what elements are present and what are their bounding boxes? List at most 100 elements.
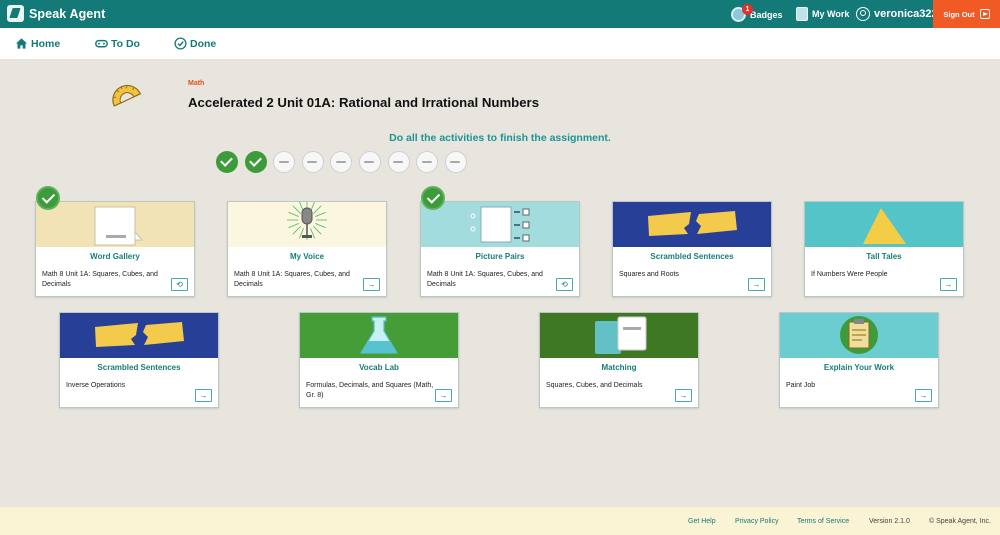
- completed-check-icon: [36, 186, 60, 210]
- nav-done-label: Done: [190, 37, 217, 50]
- start-activity-button[interactable]: →: [940, 278, 957, 291]
- activity-description: Math 8 Unit 1A: Squares, Cubes, and Deci…: [427, 271, 543, 288]
- activity-illustration: [805, 202, 963, 247]
- activity-description: Squares, Cubes, and Decimals: [546, 382, 643, 389]
- activity-card-word-gallery[interactable]: Word Gallery Math 8 Unit 1A: Squares, Cub…: [35, 201, 195, 297]
- activity-description: Inverse Operations: [66, 382, 126, 389]
- home-icon: [15, 38, 28, 49]
- activity-illustration: [300, 313, 458, 358]
- activity-illustration: [228, 202, 386, 247]
- my-work-icon: [796, 7, 808, 21]
- gamepad-icon: [95, 39, 108, 48]
- matching-cards-icon: [595, 316, 647, 354]
- activity-description: Paint Job: [786, 382, 816, 389]
- speak-agent-logo-icon: [7, 5, 24, 22]
- progress-step-incomplete: [444, 151, 467, 173]
- progress-step-complete: [216, 151, 238, 173]
- nav-bar: Home To Do Done: [0, 28, 1000, 59]
- activity-title: Word Gallery: [90, 252, 140, 261]
- start-activity-button[interactable]: →: [915, 389, 932, 402]
- nav-todo[interactable]: To Do: [95, 37, 140, 50]
- progress-tracker: [216, 151, 467, 173]
- activity-description: Math 8 Unit 1A: Squares, Cubes, and Deci…: [234, 271, 350, 288]
- nav-home-label: Home: [31, 37, 61, 50]
- clipboard-icon: [840, 316, 878, 354]
- sign-out-button[interactable]: Sign Out: [933, 0, 1000, 28]
- activity-card-picture-pairs[interactable]: Picture Pairs Math 8 Unit 1A: Squares, Cu…: [420, 201, 580, 297]
- activity-card-scrambled-sentences[interactable]: Scrambled Sentences Squares and Roots →: [612, 201, 772, 297]
- microphone-icon: [287, 202, 327, 240]
- sign-out-label: Sign Out: [943, 9, 975, 19]
- privacy-policy-link[interactable]: Privacy Policy: [735, 518, 779, 525]
- start-activity-button[interactable]: →: [195, 389, 212, 402]
- activity-card-scrambled-sentences[interactable]: Scrambled Sentences Inverse Operations →: [59, 312, 219, 408]
- activity-illustration: [421, 202, 579, 247]
- badges-link[interactable]: 1 Badges: [731, 4, 783, 22]
- top-bar: Speak Agent 1 Badges My Work veronica322…: [0, 0, 1000, 28]
- app-name: Speak Agent: [29, 6, 106, 21]
- activity-title: Matching: [601, 363, 637, 372]
- start-activity-button[interactable]: →: [748, 278, 765, 291]
- copyright-text: © Speak Agent, Inc.: [929, 518, 991, 525]
- progress-step-incomplete: [273, 151, 296, 173]
- activity-illustration: [60, 313, 218, 358]
- flask-icon: [359, 316, 399, 354]
- picture-pairs-illustration-icon: [470, 206, 530, 243]
- replay-activity-button[interactable]: ⟲: [171, 278, 188, 291]
- start-activity-button[interactable]: →: [675, 389, 692, 402]
- activity-card-explain-your-work[interactable]: Explain Your Work Paint Job →: [779, 312, 939, 408]
- activity-card-vocab-lab[interactable]: Vocab Lab Formulas, Decimals, and Squares…: [299, 312, 459, 408]
- nav-home[interactable]: Home: [15, 37, 60, 50]
- progress-step-incomplete: [330, 151, 353, 173]
- activity-illustration: [540, 313, 698, 358]
- my-work-link[interactable]: My Work: [796, 7, 849, 21]
- sign-out-icon: [979, 9, 990, 19]
- word-gallery-illustration-icon: [94, 206, 144, 246]
- activity-title: Vocab Lab: [359, 363, 399, 372]
- nav-done[interactable]: Done: [174, 37, 216, 50]
- assignment-title: Accelerated 2 Unit 01A: Rational and Irr…: [188, 95, 540, 110]
- activity-description: Math 8 Unit 1A: Squares, Cubes, and Deci…: [42, 271, 158, 288]
- start-activity-button[interactable]: →: [435, 389, 452, 402]
- my-work-label: My Work: [812, 9, 850, 19]
- username: veronica322: [874, 8, 938, 20]
- scrambled-sentences-illustration-icon: [95, 322, 184, 347]
- activity-title: My Voice: [289, 252, 325, 261]
- check-circle-icon: [174, 37, 187, 50]
- activity-title: Explain Your Work: [823, 363, 895, 372]
- get-help-link[interactable]: Get Help: [688, 518, 716, 525]
- progress-step-incomplete: [416, 151, 439, 173]
- progress-step-incomplete: [301, 151, 324, 173]
- progress-step-complete: [244, 151, 267, 173]
- brand[interactable]: Speak Agent: [7, 5, 105, 22]
- badges-label: Badges: [750, 9, 783, 20]
- terms-of-service-link[interactable]: Terms of Service: [797, 518, 849, 525]
- user-icon: [856, 7, 870, 21]
- subject-label: Math: [188, 80, 205, 87]
- progress-step-incomplete: [387, 151, 410, 173]
- nav-todo-label: To Do: [111, 37, 140, 50]
- badge-icon: 1: [731, 4, 753, 22]
- badge-count: 1: [742, 4, 753, 15]
- activity-title: Scrambled Sentences: [97, 363, 181, 372]
- version-text: Version 2.1.0: [869, 518, 910, 525]
- activity-illustration: [613, 202, 771, 247]
- activity-card-matching[interactable]: Matching Squares, Cubes, and Decimals →: [539, 312, 699, 408]
- progress-step-incomplete: [358, 151, 381, 173]
- activity-illustration: [36, 202, 194, 247]
- activity-description: Formulas, Decimals, and Squares (Math, G…: [306, 382, 434, 399]
- activity-card-tall-tales[interactable]: Tall Tales If Numbers Were People →: [804, 201, 964, 297]
- footer: Get Help Privacy Policy Terms of Service…: [0, 507, 1000, 535]
- assignment-instruction: Do all the activities to finish the assi…: [389, 132, 611, 144]
- replay-activity-button[interactable]: ⟲: [556, 278, 573, 291]
- user-menu[interactable]: veronica322: [856, 7, 938, 21]
- activity-card-my-voice[interactable]: My Voice Math 8 Unit 1A: Squares, Cubes, …: [227, 201, 387, 297]
- activity-description: If Numbers Were People: [811, 271, 888, 278]
- activity-title: Picture Pairs: [475, 252, 525, 261]
- activity-title: Scrambled Sentences: [650, 252, 734, 261]
- start-activity-button[interactable]: →: [363, 278, 380, 291]
- completed-check-icon: [421, 186, 445, 210]
- protractor-icon: [112, 84, 142, 107]
- activity-description: Squares and Roots: [619, 271, 679, 278]
- scrambled-sentences-illustration-icon: [648, 211, 737, 236]
